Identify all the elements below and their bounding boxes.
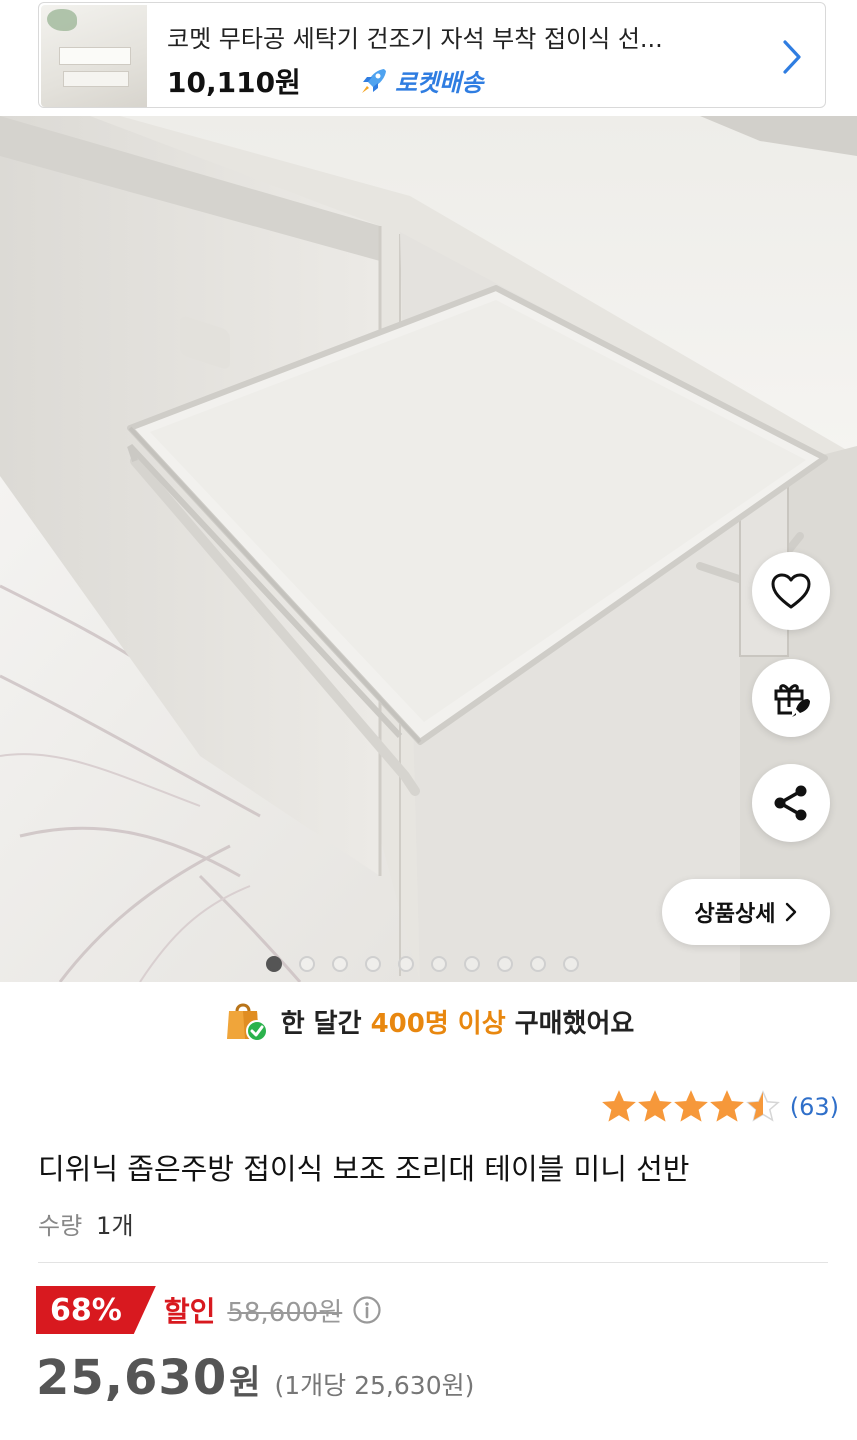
gallery-pagination — [266, 956, 579, 972]
pagination-dot[interactable] — [266, 956, 282, 972]
product-image-gallery[interactable]: 상품상세 — [0, 116, 857, 982]
quantity-value: 1개 — [96, 1212, 134, 1240]
final-price-unit: 원 — [229, 1363, 261, 1403]
gift-rocket-icon — [774, 684, 810, 717]
mini-product-price: 10,110원 — [167, 66, 301, 99]
rating-stars — [601, 1090, 780, 1124]
share-icon — [774, 785, 807, 821]
gift-button[interactable] — [752, 659, 830, 737]
share-button[interactable] — [752, 764, 830, 842]
pagination-dot[interactable] — [431, 956, 447, 972]
product-rating[interactable]: (63) — [601, 1090, 839, 1124]
quantity-label: 수량 — [38, 1212, 83, 1240]
original-price: 58,600원 — [227, 1297, 343, 1328]
pagination-dot[interactable] — [497, 956, 513, 972]
chevron-right-icon[interactable] — [781, 39, 803, 75]
pagination-dot[interactable] — [398, 956, 414, 972]
purchase-count-highlight: 400명 이상 — [370, 1008, 506, 1039]
product-detail-button[interactable]: 상품상세 — [662, 879, 830, 945]
mini-product-thumbnail — [41, 5, 147, 107]
mini-product-title: 코멧 무타공 세탁기 건조기 자석 부착 접이식 선... — [167, 25, 663, 53]
mini-product-bar[interactable]: 코멧 무타공 세탁기 건조기 자석 부착 접이식 선... 10,110원 로켓… — [38, 2, 826, 108]
pagination-dot[interactable] — [530, 956, 546, 972]
quantity-row: 수량 1개 — [38, 1206, 134, 1241]
star-icon — [601, 1090, 636, 1122]
discount-row: 68% 할인 58,600원 — [36, 1285, 382, 1335]
divider — [38, 1262, 828, 1263]
star-icon — [673, 1090, 708, 1122]
final-price: 25,630 — [36, 1350, 228, 1406]
rocket-delivery-badge: 로켓배송 — [357, 63, 483, 98]
heart-icon — [771, 573, 811, 609]
review-count[interactable]: (63) — [790, 1093, 839, 1121]
chevron-right-icon — [786, 902, 797, 922]
pagination-dot[interactable] — [464, 956, 480, 972]
product-title: 디위닉 좁은주방 접이식 보조 조리대 테이블 미니 선반 — [38, 1152, 690, 1186]
product-photo — [0, 116, 857, 982]
rocket-icon — [362, 68, 386, 93]
info-icon[interactable] — [352, 1295, 382, 1325]
star-icon — [745, 1090, 780, 1122]
final-price-row: 25,630 원 (1개당 25,630원) — [36, 1350, 474, 1406]
star-icon — [709, 1090, 744, 1122]
purchase-count-text: 한 달간 400명 이상 구매했어요 — [280, 1008, 635, 1039]
pagination-dot[interactable] — [332, 956, 348, 972]
pagination-dot[interactable] — [563, 956, 579, 972]
unit-price: (1개당 25,630원) — [274, 1371, 475, 1400]
pagination-dot[interactable] — [365, 956, 381, 972]
discount-rate-badge: 68% — [36, 1286, 156, 1334]
wishlist-button[interactable] — [752, 552, 830, 630]
star-icon — [637, 1090, 672, 1122]
sale-label: 할인 — [163, 1295, 216, 1328]
product-detail-label: 상품상세 — [694, 902, 776, 927]
shopping-bag-check-icon — [226, 1003, 268, 1042]
rocket-delivery-label: 로켓배송 — [395, 69, 484, 97]
purchase-count-banner: 한 달간 400명 이상 구매했어요 — [0, 994, 857, 1048]
pagination-dot[interactable] — [299, 956, 315, 972]
